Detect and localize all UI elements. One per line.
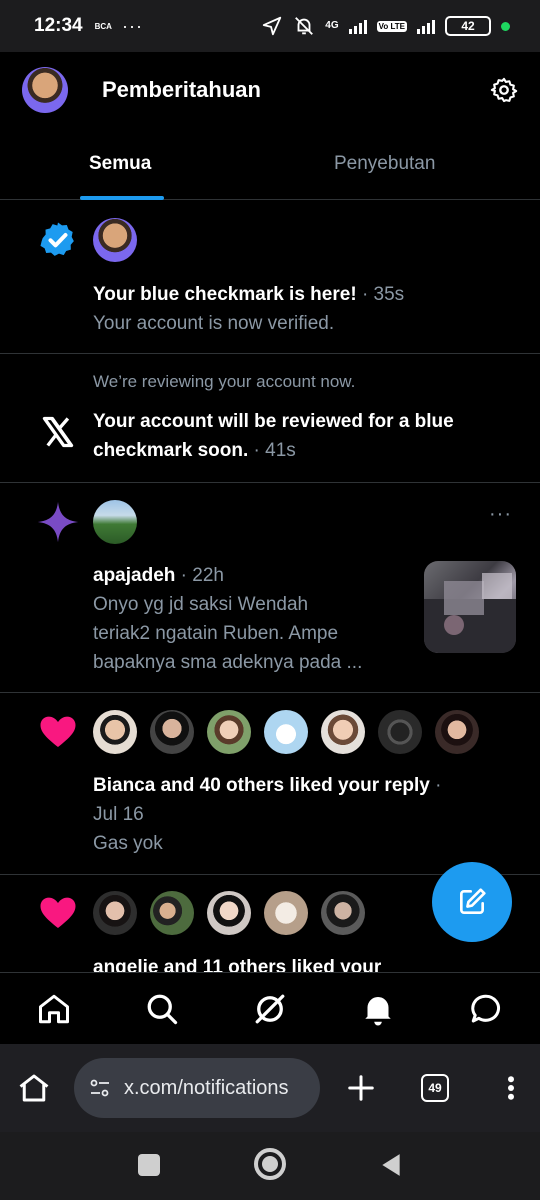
notification-preface: We’re reviewing your account now.: [93, 367, 355, 396]
post-text-line: teriak2 ngatain Ruben. Ampe: [93, 623, 339, 644]
avatar[interactable]: [93, 500, 137, 544]
liker-avatars: [93, 891, 365, 935]
gear-icon[interactable]: [490, 76, 518, 104]
battery-level: 42: [461, 19, 475, 33]
nav-search[interactable]: [135, 982, 189, 1036]
separator-dot: ·: [435, 775, 442, 796]
tab-switcher-button[interactable]: 49: [421, 1074, 449, 1102]
notification-item[interactable]: ··· apajadeh · 22h Onyo yg jd saksi Wend…: [0, 483, 540, 693]
signal-icon: [348, 18, 367, 34]
volte-badge: Vo LTE: [376, 20, 407, 32]
page-title: Pemberitahuan: [102, 77, 261, 102]
notification-title: Your account will be reviewed for a blue: [93, 411, 454, 432]
nav-home[interactable]: [27, 982, 81, 1036]
sparkle-icon: [36, 500, 80, 544]
avatar[interactable]: [207, 710, 251, 754]
search-icon: [147, 994, 178, 1024]
back-icon[interactable]: [378, 1150, 404, 1180]
battery-icon: 42: [445, 16, 491, 36]
notification-item[interactable]: Your blue checkmark is here! · 35s Your …: [0, 201, 540, 354]
notification-time: · 41s: [253, 440, 296, 461]
media-thumbnail[interactable]: [424, 561, 516, 653]
heart-icon: [36, 710, 80, 754]
notification-user: apajadeh: [93, 565, 176, 586]
notification-content: Your blue checkmark is here! · 35s Your …: [93, 280, 404, 338]
grok-icon: [255, 994, 285, 1023]
privacy-dot-icon: [501, 21, 510, 31]
nav-messages[interactable]: [459, 982, 513, 1036]
notification-title: Bianca and 40 others liked your reply: [93, 775, 430, 796]
tab-mentions[interactable]: Penyebutan: [270, 128, 540, 200]
notification-content: angelie and 11 others liked your: [93, 953, 381, 972]
tab-count: 49: [428, 1081, 442, 1095]
app-header: Pemberitahuan: [0, 52, 540, 128]
home-button-dot: [262, 1156, 278, 1172]
notification-time: · 35s: [361, 284, 405, 305]
avatar[interactable]: [264, 891, 308, 935]
notification-title: angelie and 11 others liked your: [93, 957, 382, 972]
notification-item[interactable]: Bianca and 40 others liked your reply · …: [0, 693, 540, 875]
compose-icon: [460, 888, 486, 914]
network-type: 4G: [325, 20, 339, 31]
notification-content: Bianca and 40 others liked your reply · …: [93, 771, 441, 858]
notification-time: · 22h: [180, 565, 224, 586]
address-bar[interactable]: x.com/notifications: [74, 1058, 320, 1118]
location-icon: [263, 16, 282, 36]
more-options-icon[interactable]: ···: [489, 503, 512, 526]
home-icon: [39, 994, 69, 1023]
notification-title-2: checkmark soon.: [93, 440, 249, 461]
verified-badge-icon: [36, 218, 80, 262]
notification-content: apajadeh · 22h Onyo yg jd saksi Wendah t…: [93, 561, 413, 677]
notification-content: Your account will be reviewed for a blue…: [93, 407, 454, 465]
bell-icon: [365, 996, 391, 1025]
avatar[interactable]: [150, 891, 194, 935]
new-tab-icon[interactable]: [346, 1073, 376, 1103]
notification-date: Jul 16: [93, 804, 144, 825]
status-bar: 12:34 BCA ··· 4G Vo LTE 42: [0, 0, 540, 52]
bottom-navigation: [0, 972, 540, 1044]
avatar[interactable]: [378, 710, 422, 754]
tab-label: Semua: [89, 153, 152, 174]
signal-icon-2: [417, 18, 435, 34]
notification-body: Your account is now verified.: [93, 313, 335, 334]
status-time: 12:34: [34, 15, 83, 36]
avatar[interactable]: [93, 710, 137, 754]
avatar[interactable]: [150, 710, 194, 754]
notification-pre: We’re reviewing your account now.: [93, 372, 356, 391]
notification-title: Your blue checkmark is here!: [93, 284, 357, 305]
notification-tabs: Semua Penyebutan: [0, 128, 540, 200]
post-text-line: Onyo yg jd saksi Wendah: [93, 594, 309, 615]
nav-grok[interactable]: [243, 982, 297, 1036]
more-notifications-indicator: ···: [121, 15, 143, 36]
browser-home-icon[interactable]: [16, 1070, 52, 1106]
heart-icon: [36, 891, 80, 935]
overflow-menu-icon[interactable]: [501, 1073, 521, 1103]
x-logo-icon: [36, 410, 80, 454]
avatar[interactable]: [321, 891, 365, 935]
avatar[interactable]: [207, 891, 251, 935]
avatar[interactable]: [264, 710, 308, 754]
system-navigation-bar: [0, 1132, 540, 1200]
nav-notifications[interactable]: [351, 982, 405, 1036]
avatar[interactable]: [93, 891, 137, 935]
liker-avatars: [93, 710, 479, 754]
profile-avatar[interactable]: [22, 67, 68, 113]
avatar[interactable]: [93, 218, 137, 262]
notification-item[interactable]: We’re reviewing your account now. Your a…: [0, 354, 540, 483]
mute-bell-icon: [295, 17, 314, 35]
compose-button[interactable]: [432, 862, 512, 942]
site-settings-icon[interactable]: [88, 1076, 112, 1100]
url-text: x.com/notifications: [124, 1076, 289, 1099]
post-text-line: bapaknya sma adeknya pada ...: [93, 652, 363, 673]
active-tab-indicator: [80, 196, 164, 200]
notification-body: Gas yok: [93, 833, 163, 854]
carrier-mark: BCA: [94, 21, 112, 31]
avatar[interactable]: [435, 710, 479, 754]
browser-toolbar: x.com/notifications 49: [0, 1044, 540, 1132]
tab-label: Penyebutan: [334, 153, 436, 174]
tab-all[interactable]: Semua: [0, 128, 270, 200]
avatar[interactable]: [321, 710, 365, 754]
chat-bubble-icon: [471, 994, 500, 1022]
recents-button[interactable]: [138, 1154, 160, 1176]
